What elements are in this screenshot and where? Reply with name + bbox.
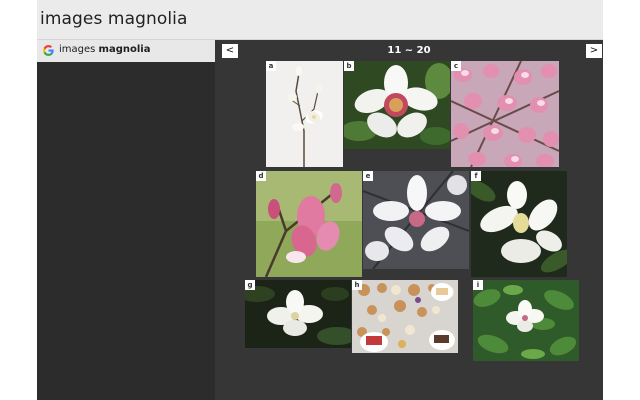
prev-page-button[interactable]: <	[222, 44, 238, 58]
white-magnolia-image	[344, 61, 450, 149]
right-margin	[603, 0, 640, 400]
image-tag: f	[471, 171, 481, 181]
pink-magnolia-buds-image	[256, 171, 362, 277]
image-result-g[interactable]: g	[245, 280, 351, 348]
suggestion-label: images magnolia	[59, 44, 150, 55]
image-results-panel: < 11 ~ 20 > a b c d e f g h i	[215, 40, 603, 400]
image-tag: a	[266, 61, 276, 71]
image-tag: g	[245, 280, 255, 290]
image-result-i[interactable]: i	[473, 280, 579, 361]
title-bar: images magnolia	[37, 0, 603, 40]
image-result-h[interactable]: h	[352, 280, 458, 353]
image-tag: h	[352, 280, 362, 290]
white-magnolia-dark-leaves-image	[245, 280, 351, 348]
southern-magnolia-image	[471, 171, 567, 277]
white-magnolia-pink-center-image	[363, 171, 469, 269]
suggestion-prefix: images	[59, 44, 99, 55]
white-magnolia-tree-image	[473, 280, 579, 361]
suggestion-bold: magnolia	[98, 44, 151, 55]
image-result-b[interactable]: b	[344, 61, 450, 149]
image-tag: e	[363, 171, 373, 181]
image-tag: b	[344, 61, 354, 71]
image-tag: i	[473, 280, 483, 290]
next-page-button[interactable]: >	[586, 44, 602, 58]
image-result-a[interactable]: a	[266, 61, 343, 167]
page-range: 11 ~ 20	[387, 45, 431, 56]
pink-magnolia-tree-image	[451, 61, 559, 167]
image-tag: c	[451, 61, 461, 71]
left-margin	[0, 0, 37, 400]
image-result-d[interactable]: d	[256, 171, 362, 277]
image-result-f[interactable]: f	[471, 171, 567, 277]
image-tag: d	[256, 171, 266, 181]
pastries-image	[352, 280, 458, 353]
image-result-e[interactable]: e	[363, 171, 469, 269]
window-title: images magnolia	[40, 9, 188, 29]
sidebar: images magnolia	[37, 40, 223, 400]
image-result-c[interactable]: c	[451, 61, 559, 167]
search-suggestion[interactable]: images magnolia	[37, 40, 223, 62]
magnolia-branch-image	[266, 61, 343, 167]
google-g-icon	[43, 45, 54, 56]
